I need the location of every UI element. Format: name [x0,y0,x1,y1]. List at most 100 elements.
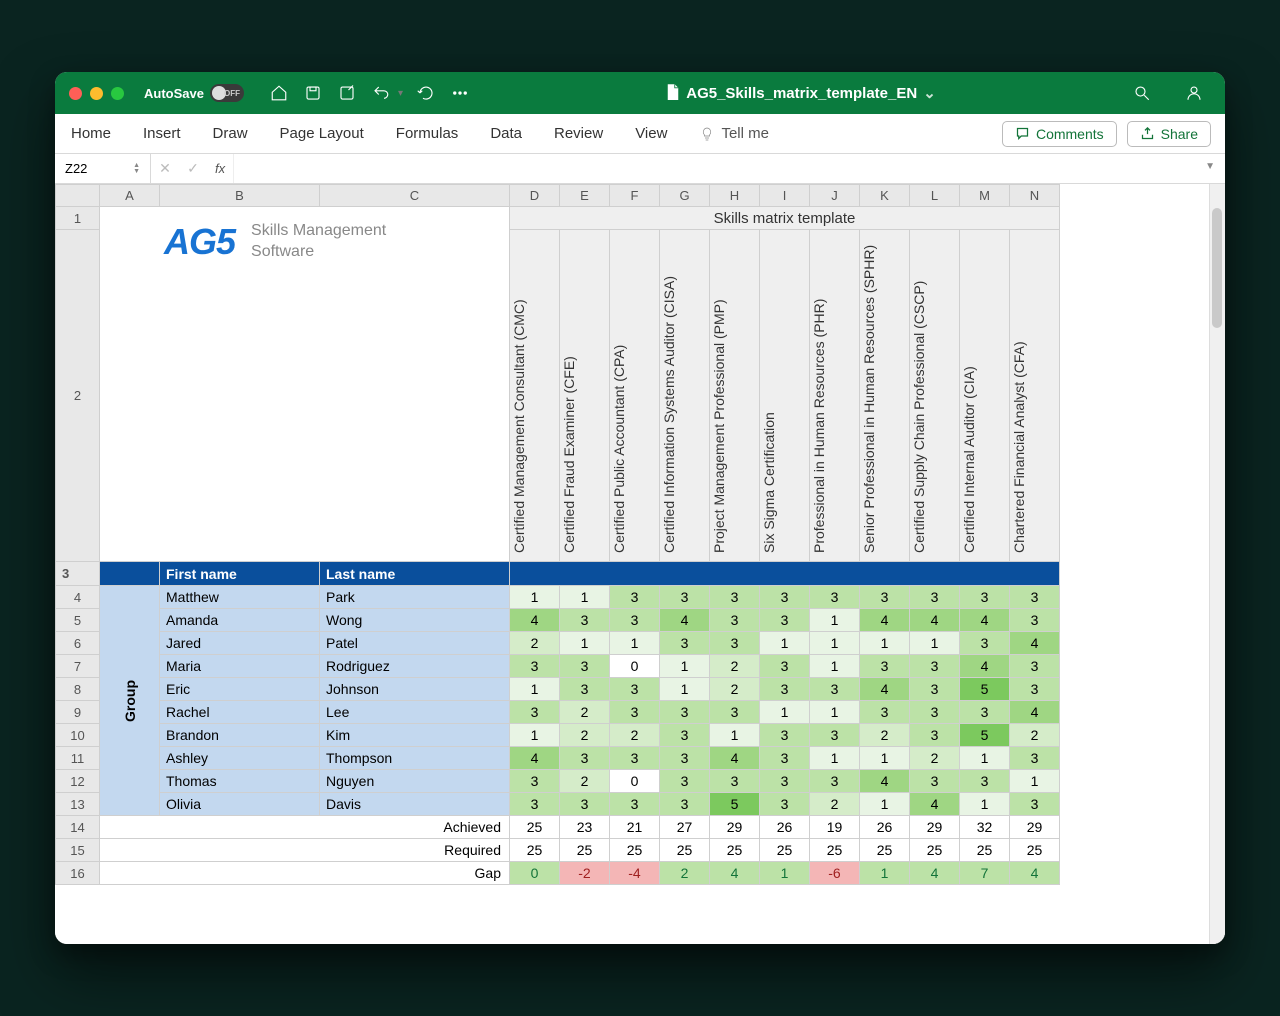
name-box[interactable]: Z22 ▲▼ [55,154,151,183]
column-header[interactable]: B [160,185,320,207]
skill-value-cell[interactable]: 3 [660,747,710,770]
column-header[interactable]: A [100,185,160,207]
summary-value-cell[interactable]: 4 [910,862,960,885]
column-header[interactable]: D [510,185,560,207]
share-button[interactable]: Share [1127,121,1211,147]
skill-value-cell[interactable]: 3 [960,586,1010,609]
last-name-cell[interactable]: Kim [320,724,510,747]
autosave-control[interactable]: AutoSave OFF [144,84,244,102]
skill-value-cell[interactable]: 2 [710,655,760,678]
summary-value-cell[interactable]: 25 [860,839,910,862]
first-name-cell[interactable]: Maria [160,655,320,678]
skill-value-cell[interactable]: 1 [510,724,560,747]
skill-value-cell[interactable]: 3 [560,609,610,632]
summary-value-cell[interactable]: 25 [610,839,660,862]
last-name-cell[interactable]: Rodriguez [320,655,510,678]
skill-value-cell[interactable]: 1 [960,747,1010,770]
first-name-cell[interactable]: Eric [160,678,320,701]
row-header[interactable]: 1 [56,207,100,230]
skill-value-cell[interactable]: 4 [710,747,760,770]
row-header[interactable]: 16 [56,862,100,885]
skill-value-cell[interactable]: 2 [560,770,610,793]
ribbon-tab-home[interactable]: Home [69,125,127,142]
skill-value-cell[interactable]: 1 [660,678,710,701]
column-header[interactable]: H [710,185,760,207]
skill-value-cell[interactable]: 3 [510,701,560,724]
skill-value-cell[interactable]: 3 [660,793,710,816]
skill-value-cell[interactable]: 3 [610,701,660,724]
skill-value-cell[interactable]: 5 [710,793,760,816]
skill-value-cell[interactable]: 1 [960,793,1010,816]
skill-value-cell[interactable]: 4 [960,655,1010,678]
skill-value-cell[interactable]: 2 [510,632,560,655]
expand-formula-icon[interactable]: ▼ [1205,161,1215,172]
skill-value-cell[interactable]: 3 [560,793,610,816]
save-icon[interactable] [303,83,323,103]
ribbon-tab-review[interactable]: Review [538,125,619,142]
skill-value-cell[interactable]: 4 [860,678,910,701]
summary-value-cell[interactable]: -2 [560,862,610,885]
skill-value-cell[interactable]: 3 [860,586,910,609]
skill-value-cell[interactable]: 3 [560,678,610,701]
summary-value-cell[interactable]: 0 [510,862,560,885]
row-header[interactable]: 8 [56,678,100,701]
first-name-cell[interactable]: Ashley [160,747,320,770]
skill-value-cell[interactable]: 4 [660,609,710,632]
first-name-cell[interactable]: Matthew [160,586,320,609]
skill-value-cell[interactable]: 2 [810,793,860,816]
skill-value-cell[interactable]: 1 [510,678,560,701]
summary-value-cell[interactable]: 7 [960,862,1010,885]
skill-value-cell[interactable]: 3 [710,586,760,609]
skill-value-cell[interactable]: 3 [910,724,960,747]
skill-value-cell[interactable]: 3 [660,701,710,724]
skill-value-cell[interactable]: 4 [1010,701,1060,724]
summary-value-cell[interactable]: -6 [810,862,860,885]
skill-value-cell[interactable]: 3 [760,678,810,701]
row-header[interactable]: 9 [56,701,100,724]
summary-value-cell[interactable]: 25 [910,839,960,862]
ribbon-tab-data[interactable]: Data [474,125,538,142]
skill-value-cell[interactable]: 3 [960,770,1010,793]
accept-formula-button[interactable]: ✓ [179,160,207,177]
skill-value-cell[interactable]: 3 [760,770,810,793]
fx-label[interactable]: fx [207,161,233,176]
redo-icon[interactable] [416,83,436,103]
skill-value-cell[interactable]: 3 [910,678,960,701]
first-name-cell[interactable]: Olivia [160,793,320,816]
last-name-cell[interactable]: Park [320,586,510,609]
row-header[interactable]: 5 [56,609,100,632]
row-header[interactable]: 13 [56,793,100,816]
skill-value-cell[interactable]: 3 [810,770,860,793]
skill-value-cell[interactable]: 3 [760,655,810,678]
formula-input[interactable]: ▼ [233,154,1225,183]
column-header[interactable]: G [660,185,710,207]
skill-value-cell[interactable]: 2 [910,747,960,770]
ribbon-tab-view[interactable]: View [619,125,683,142]
summary-value-cell[interactable]: 4 [710,862,760,885]
summary-value-cell[interactable]: 25 [510,839,560,862]
summary-value-cell[interactable]: 21 [610,816,660,839]
skill-value-cell[interactable]: 3 [710,770,760,793]
summary-value-cell[interactable]: 23 [560,816,610,839]
skill-value-cell[interactable]: 5 [960,724,1010,747]
first-name-cell[interactable]: Jared [160,632,320,655]
skill-value-cell[interactable]: 1 [560,586,610,609]
skill-value-cell[interactable]: 1 [860,793,910,816]
skill-value-cell[interactable]: 3 [1010,609,1060,632]
skill-value-cell[interactable]: 2 [560,701,610,724]
row-header[interactable]: 10 [56,724,100,747]
skill-value-cell[interactable]: 3 [860,655,910,678]
summary-value-cell[interactable]: -4 [610,862,660,885]
cancel-formula-button[interactable]: ✕ [151,160,179,177]
chevron-down-icon[interactable]: ⌄ [923,84,936,102]
skill-value-cell[interactable]: 0 [610,655,660,678]
tell-me-search[interactable]: Tell me [683,125,785,142]
skill-value-cell[interactable]: 3 [510,770,560,793]
skill-value-cell[interactable]: 3 [1010,655,1060,678]
skill-value-cell[interactable]: 3 [710,609,760,632]
skill-value-cell[interactable]: 1 [860,632,910,655]
skill-value-cell[interactable]: 2 [560,724,610,747]
name-box-spinner[interactable]: ▲▼ [133,163,140,175]
skill-value-cell[interactable]: 1 [1010,770,1060,793]
skill-value-cell[interactable]: 4 [910,793,960,816]
